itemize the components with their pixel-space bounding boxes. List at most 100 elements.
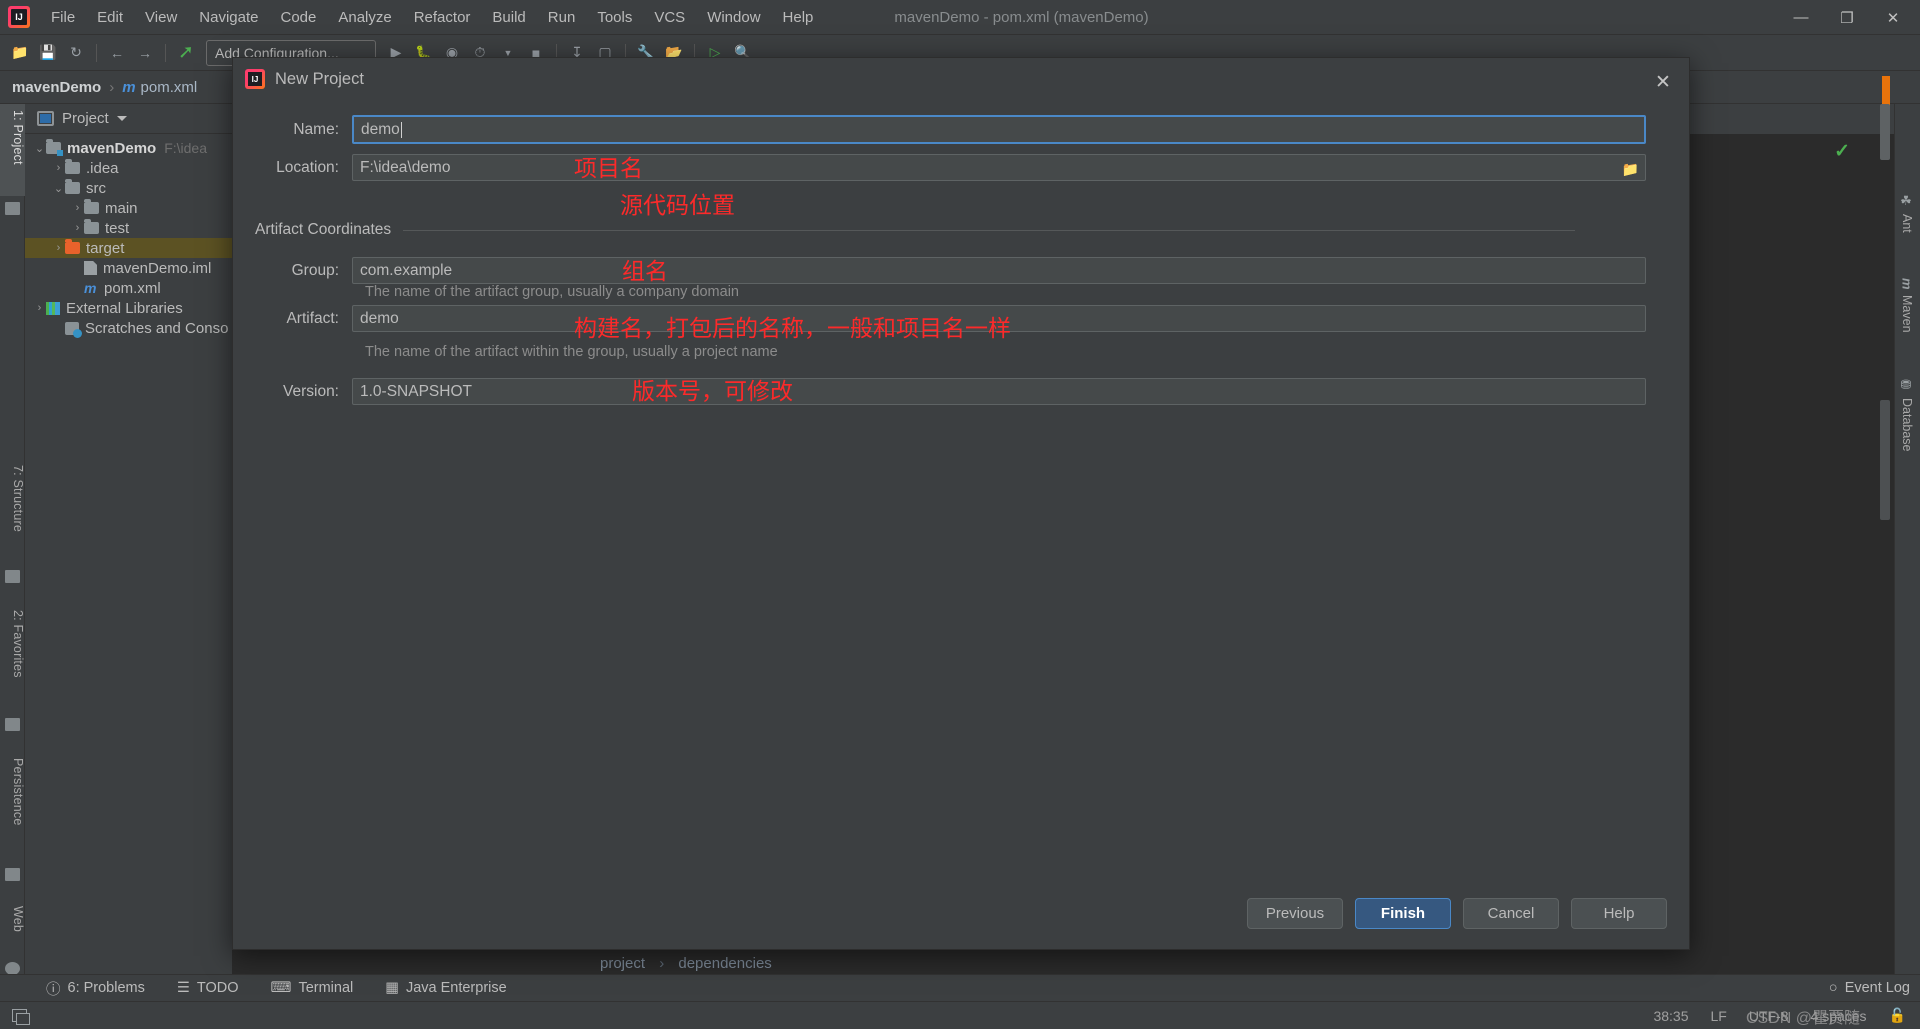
toolwindow-problems[interactable]: ⓘ 6: Problems bbox=[30, 978, 161, 999]
finish-button[interactable]: Finish bbox=[1355, 898, 1451, 929]
menu-window[interactable]: Window bbox=[696, 5, 771, 30]
menu-build[interactable]: Build bbox=[481, 5, 536, 30]
windows-stack-icon[interactable] bbox=[12, 1009, 30, 1025]
tree-item-scratches-and-consoles[interactable]: Scratches and Conso bbox=[25, 318, 232, 338]
expand-arrow-icon[interactable]: › bbox=[71, 222, 84, 234]
editor-crumb-dependencies[interactable]: dependencies bbox=[678, 955, 771, 972]
tree-item-idea[interactable]: › .idea bbox=[25, 158, 232, 178]
group-header-label: Artifact Coordinates bbox=[255, 221, 392, 238]
breadcrumb-file[interactable]: pom.xml bbox=[141, 79, 198, 96]
previous-button[interactable]: Previous bbox=[1247, 898, 1343, 929]
close-window-button[interactable]: ✕ bbox=[1870, 0, 1916, 35]
expand-arrow-icon[interactable]: ⌄ bbox=[33, 142, 46, 155]
name-input[interactable]: demo bbox=[352, 115, 1646, 144]
tree-item-mavendemo-iml[interactable]: mavenDemo.iml bbox=[25, 258, 232, 278]
back-icon[interactable]: ← bbox=[103, 40, 131, 66]
project-panel-header[interactable]: Project bbox=[25, 104, 232, 134]
cancel-button[interactable]: Cancel bbox=[1463, 898, 1559, 929]
problems-icon: ⓘ bbox=[46, 981, 61, 998]
tree-item-target[interactable]: › target bbox=[25, 238, 232, 258]
excluded-folder-icon bbox=[65, 239, 80, 254]
maven-m-icon: m bbox=[122, 78, 136, 96]
tree-item-external-libraries[interactable]: › External Libraries bbox=[25, 298, 232, 318]
menu-vcs[interactable]: VCS bbox=[643, 5, 696, 30]
sidebar-item-database[interactable]: ⛃ Database bbox=[1894, 372, 1920, 458]
menu-run[interactable]: Run bbox=[537, 5, 587, 30]
sidebar-item-persistence[interactable]: Persistence bbox=[0, 752, 25, 862]
menu-analyze[interactable]: Analyze bbox=[327, 5, 402, 30]
toolwindow-label: 6: Problems bbox=[67, 980, 145, 996]
editor-scrollbar-thumb-secondary[interactable] bbox=[1880, 400, 1890, 520]
event-log-button[interactable]: ○ Event Log bbox=[1829, 980, 1910, 996]
intellij-logo-icon bbox=[245, 69, 265, 89]
sidebar-item-web[interactable]: Web bbox=[0, 900, 25, 958]
iml-file-icon bbox=[84, 261, 97, 275]
editor-crumb-project[interactable]: project bbox=[600, 955, 645, 972]
maximize-button[interactable]: ❐ bbox=[1824, 0, 1870, 35]
tree-item-test[interactable]: › test bbox=[25, 218, 232, 238]
new-project-dialog: New Project ✕ Name: demo Location: F:\id… bbox=[232, 57, 1690, 950]
structure-icon bbox=[5, 570, 20, 583]
expand-arrow-icon[interactable]: ⌄ bbox=[52, 182, 65, 195]
sidebar-item-ant[interactable]: ☘ Ant bbox=[1894, 188, 1920, 239]
breadcrumb-project[interactable]: mavenDemo bbox=[12, 79, 101, 96]
tree-item-src[interactable]: ⌄ src bbox=[25, 178, 232, 198]
editor-scrollbar-thumb[interactable] bbox=[1880, 104, 1890, 160]
forward-icon[interactable]: → bbox=[131, 40, 159, 66]
expand-arrow-icon[interactable]: › bbox=[71, 202, 84, 214]
ant-icon: ☘ bbox=[1899, 194, 1915, 209]
tree-item-main[interactable]: › main bbox=[25, 198, 232, 218]
intellij-idea-window: File Edit View Navigate Code Analyze Ref… bbox=[0, 0, 1920, 1029]
text-caret bbox=[400, 121, 402, 138]
toolwindow-label: Terminal bbox=[298, 980, 354, 996]
toolwindow-label: TODO bbox=[196, 980, 239, 996]
artifact-hint: The name of the artifact within the grou… bbox=[365, 344, 778, 360]
menu-file[interactable]: File bbox=[40, 5, 86, 30]
menu-view[interactable]: View bbox=[134, 5, 188, 30]
event-log-icon: ○ bbox=[1828, 980, 1838, 996]
menu-navigate[interactable]: Navigate bbox=[188, 5, 269, 30]
toolwindow-todo[interactable]: ☰ TODO bbox=[161, 980, 255, 996]
annotation-artifact-name: 构建名，打包后的名称，一般和项目名一样 bbox=[574, 316, 1011, 342]
save-all-icon[interactable]: 💾 bbox=[34, 40, 62, 66]
menu-edit[interactable]: Edit bbox=[86, 5, 134, 30]
lock-icon[interactable]: 🔓 bbox=[1889, 1007, 1906, 1024]
todo-list-icon: ☰ bbox=[176, 980, 190, 996]
line-separator[interactable]: LF bbox=[1711, 1008, 1727, 1024]
menu-help[interactable]: Help bbox=[772, 5, 825, 30]
menu-code[interactable]: Code bbox=[269, 5, 327, 30]
module-folder-icon bbox=[46, 139, 63, 156]
version-input[interactable]: 1.0-SNAPSHOT bbox=[352, 378, 1646, 405]
group-input[interactable]: com.example bbox=[352, 257, 1646, 284]
close-icon[interactable]: ✕ bbox=[1651, 70, 1675, 94]
expand-arrow-icon[interactable]: › bbox=[33, 302, 46, 314]
menu-refactor[interactable]: Refactor bbox=[403, 5, 482, 30]
java-enterprise-icon: ▦ bbox=[385, 980, 399, 996]
tree-item-mavendemo[interactable]: ⌄ mavenDemo F:\idea bbox=[25, 138, 232, 158]
build-hammer-icon[interactable]: ➚ bbox=[172, 40, 200, 66]
open-folder-icon[interactable]: 📁 bbox=[6, 40, 34, 66]
group-header-line bbox=[403, 229, 1575, 231]
folder-browse-icon[interactable]: 📁 bbox=[1622, 161, 1639, 178]
toolwindow-java-enterprise[interactable]: ▦ Java Enterprise bbox=[369, 980, 522, 996]
minimize-button[interactable]: — bbox=[1778, 0, 1824, 35]
tool-window-status-bar: ⓘ 6: Problems ☰ TODO ⌨ Terminal ▦ Java E… bbox=[0, 974, 1920, 1001]
help-button[interactable]: Help bbox=[1571, 898, 1667, 929]
chevron-down-icon[interactable] bbox=[116, 116, 127, 121]
annotation-project-name: 项目名 bbox=[574, 156, 643, 182]
checkmark-icon: ✓ bbox=[1834, 141, 1850, 162]
sidebar-item-favorites[interactable]: 2: Favorites bbox=[0, 604, 25, 712]
tree-item-pom-xml[interactable]: m pom.xml bbox=[25, 278, 232, 298]
menu-tools[interactable]: Tools bbox=[586, 5, 643, 30]
toolwindow-terminal[interactable]: ⌨ Terminal bbox=[255, 980, 370, 996]
location-input[interactable]: F:\idea\demo 📁 bbox=[352, 154, 1646, 181]
expand-arrow-icon[interactable]: › bbox=[52, 162, 65, 174]
caret-position[interactable]: 38:35 bbox=[1653, 1008, 1688, 1024]
sidebar-item-project[interactable]: 1: Project bbox=[0, 104, 25, 196]
project-tree: ⌄ mavenDemo F:\idea › .idea ⌄ src › main bbox=[25, 134, 232, 338]
expand-arrow-icon[interactable]: › bbox=[52, 242, 65, 254]
sync-icon[interactable]: ↻ bbox=[62, 40, 90, 66]
sidebar-item-maven[interactable]: m Maven bbox=[1894, 272, 1920, 338]
sidebar-item-structure[interactable]: 7: Structure bbox=[0, 459, 25, 565]
persistence-icon bbox=[5, 868, 20, 881]
